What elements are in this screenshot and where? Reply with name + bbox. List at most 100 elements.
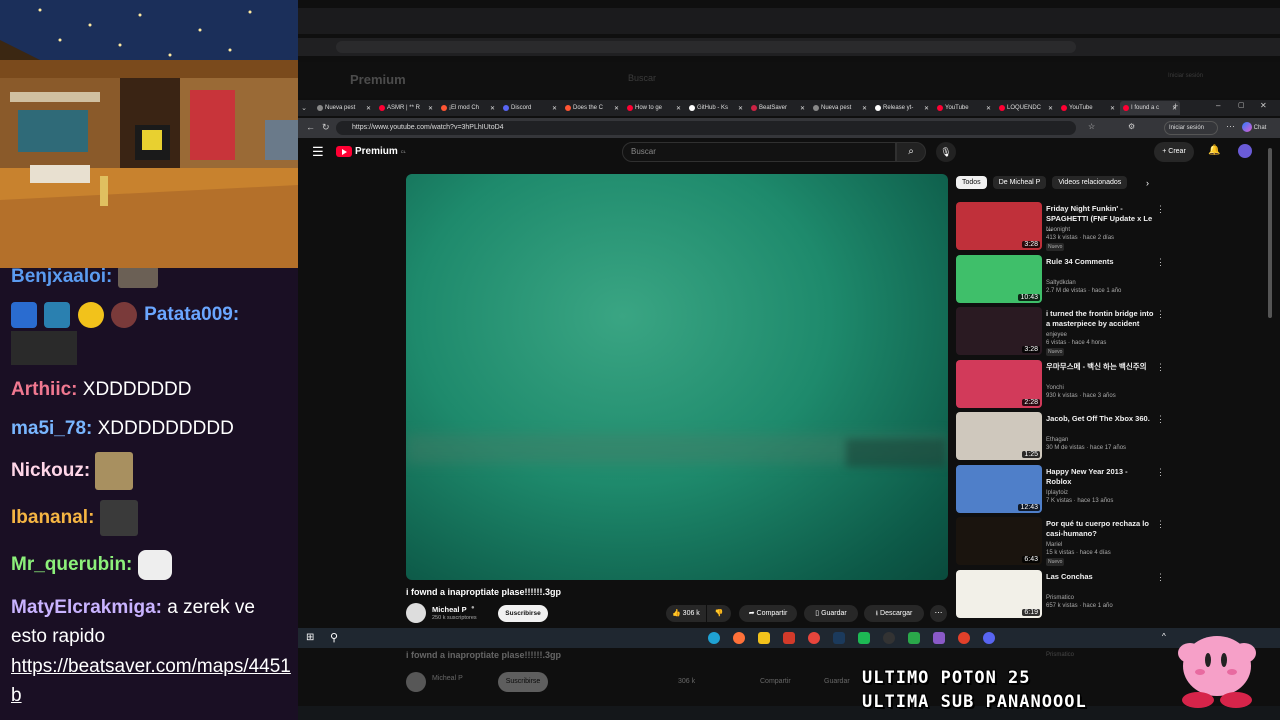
tab-close-icon[interactable]: ✕	[428, 105, 433, 112]
video-thumbnail[interactable]: 2:28	[956, 359, 1042, 408]
search-input[interactable]: Buscar	[622, 142, 896, 162]
filter-chip[interactable]: De Micheal P	[992, 176, 1047, 189]
rec-more-icon[interactable]: ⋮	[1156, 467, 1165, 478]
signin-button[interactable]: Iniciar sesión	[1164, 121, 1218, 135]
recommendation-item[interactable]: 2:28 우마무스메 - 백신 하는 백신주의 Yonchi 930 k vistas…	[956, 359, 1166, 412]
browser-tab[interactable]: Nueva pest ✕	[314, 101, 374, 115]
rec-more-icon[interactable]: ⋮	[1156, 414, 1165, 425]
video-thumbnail[interactable]: 6:19	[956, 569, 1042, 618]
tab-close-icon[interactable]: ✕	[924, 105, 929, 112]
tab-close-icon[interactable]: ✕	[1048, 105, 1053, 112]
tab-close-icon[interactable]: ✕	[614, 105, 619, 112]
subscribe-button[interactable]: Suscribirse	[498, 605, 548, 622]
hamburger-menu-icon[interactable]: ☰	[312, 144, 324, 160]
menu-dots-icon[interactable]: ⋯	[1226, 121, 1235, 132]
voice-search-button[interactable]: 🎙	[936, 142, 956, 162]
edge-icon[interactable]	[708, 632, 720, 644]
recommendation-item[interactable]: 12:43 Happy New Year 2013 - Roblox Iplayto…	[956, 464, 1166, 517]
browser-tab[interactable]: Discord ✕	[500, 101, 560, 115]
steam-icon[interactable]	[833, 632, 845, 644]
channel-avatar[interactable]	[406, 603, 426, 623]
recommendation-item[interactable]: 3:28 i turned the frontin bridge into a m…	[956, 307, 1166, 359]
tab-close-icon[interactable]: ✕	[1110, 105, 1115, 112]
star-icon[interactable]: ☆	[1088, 122, 1095, 131]
like-button[interactable]: 👍 306 k	[666, 605, 706, 622]
browser-tab[interactable]: Does the C ✕	[562, 101, 622, 115]
spotify-icon[interactable]	[858, 632, 870, 644]
browser-tab[interactable]: GitHub - Ks ✕	[686, 101, 746, 115]
tab-close-icon[interactable]: ✕	[490, 105, 495, 112]
video-thumbnail[interactable]: 3:28	[956, 202, 1042, 250]
filter-chip[interactable]: Todos	[956, 176, 987, 189]
create-button[interactable]: + Crear	[1154, 142, 1194, 162]
new-tab-icon[interactable]: +	[1173, 101, 1178, 111]
browser-tab[interactable]: YouTube ✕	[934, 101, 994, 115]
tab-close-icon[interactable]: ✕	[800, 105, 805, 112]
dislike-button[interactable]: 👎	[707, 605, 731, 622]
rec-more-icon[interactable]: ⋮	[1156, 362, 1165, 373]
browser-tab[interactable]: ¡El mod Ch ✕	[438, 101, 498, 115]
rec-more-icon[interactable]: ⋮	[1156, 309, 1165, 320]
tab-close-icon[interactable]: ✕	[986, 105, 991, 112]
save-button[interactable]: ▯ Guardar	[804, 605, 858, 622]
tray-chevron-icon[interactable]: ^	[1162, 632, 1166, 641]
browser-tab[interactable]: BeatSaver ✕	[748, 101, 808, 115]
tab-close-icon[interactable]: ✕	[738, 105, 743, 112]
chips-next-icon[interactable]: ›	[1146, 178, 1149, 188]
browser-tab[interactable]: ASMR | ** R ✕	[376, 101, 436, 115]
tab-close-icon[interactable]: ✕	[552, 105, 557, 112]
tab-close-icon[interactable]: ✕	[366, 105, 371, 112]
copilot-chat-button[interactable]: Chat	[1242, 121, 1266, 135]
chat-link[interactable]: https://beatsaver.com/maps/4451b	[11, 652, 294, 710]
tool-icon[interactable]	[933, 632, 945, 644]
recommendation-item[interactable]: 10:43 Rule 34 Comments Saltydkdan 2.7 M de …	[956, 254, 1166, 307]
recommendation-item[interactable]: 3:28 Friday Night Funkin' - SPAGHETTI (FN…	[956, 202, 1166, 254]
reload-icon[interactable]: ↻	[322, 122, 330, 133]
discord-icon[interactable]	[958, 632, 970, 644]
rec-more-icon[interactable]: ⋮	[1156, 519, 1165, 530]
video-thumbnail[interactable]: 12:43	[956, 464, 1042, 513]
browser-tab[interactable]: YouTube ✕	[1058, 101, 1118, 115]
url-field[interactable]: https://www.youtube.com/watch?v=3hPLhIUt…	[336, 121, 1076, 135]
browser-tab[interactable]: LOQUENDC ✕	[996, 101, 1056, 115]
extensions-icon[interactable]: ⚙	[1128, 122, 1135, 131]
recommendation-item[interactable]: 1:25 Jacob, Get Off The Xbox 360. Ethagan 3…	[956, 412, 1166, 464]
browser-tab[interactable]: I found a c ✕	[1120, 101, 1180, 115]
rec-more-icon[interactable]: ⋮	[1156, 572, 1165, 583]
obs-icon[interactable]	[883, 632, 895, 644]
tab-close-icon[interactable]: ✕	[862, 105, 867, 112]
browser-tab[interactable]: Nueva pest ✕	[810, 101, 870, 115]
channel-name[interactable]: Micheal P	[432, 605, 467, 614]
app-icon[interactable]	[783, 632, 795, 644]
browser-tab[interactable]: How to ge ✕	[624, 101, 684, 115]
rec-more-icon[interactable]: ⋮	[1156, 257, 1165, 268]
tab-list-chevron-icon[interactable]: ⌄	[298, 104, 310, 112]
close-window-icon[interactable]: ✕	[1260, 101, 1267, 110]
download-button[interactable]: ⭳ Descargar	[864, 605, 924, 622]
windows-start-icon[interactable]: ⊞	[306, 632, 314, 643]
firefox-icon[interactable]	[733, 632, 745, 644]
video-thumbnail[interactable]: 6:43	[956, 517, 1042, 565]
avatar[interactable]	[1238, 144, 1252, 158]
play-app-icon[interactable]	[908, 632, 920, 644]
video-thumbnail[interactable]: 10:43	[956, 254, 1042, 303]
recommendation-item[interactable]: 6:43 Por qué tu cuerpo rechaza lo casi-hu…	[956, 517, 1166, 569]
scrollbar[interactable]	[1268, 148, 1272, 318]
tab-close-icon[interactable]: ✕	[676, 105, 681, 112]
notifications-icon[interactable]: 🔔	[1208, 145, 1220, 156]
video-thumbnail[interactable]: 1:25	[956, 412, 1042, 460]
share-button[interactable]: ➦ Compartir	[739, 605, 797, 622]
taskbar-search-icon[interactable]: ⚲	[330, 631, 338, 644]
video-player[interactable]	[406, 174, 948, 580]
search-button[interactable]: ⌕	[896, 142, 926, 162]
back-icon[interactable]: ←	[306, 122, 315, 132]
minimize-icon[interactable]: –	[1216, 101, 1220, 110]
filter-chip[interactable]: Videos relacionados	[1052, 176, 1128, 189]
file-explorer-icon[interactable]	[758, 632, 770, 644]
browser-tab[interactable]: Release yt- ✕	[872, 101, 932, 115]
discord-app-icon[interactable]	[983, 632, 995, 644]
more-actions-button[interactable]: ⋯	[930, 605, 947, 622]
chrome-icon[interactable]	[808, 632, 820, 644]
youtube-logo[interactable]: Premium CL	[336, 146, 406, 157]
recommendation-item[interactable]: 6:19 Las Conchas Prismatico 657 k vistas · …	[956, 569, 1166, 622]
